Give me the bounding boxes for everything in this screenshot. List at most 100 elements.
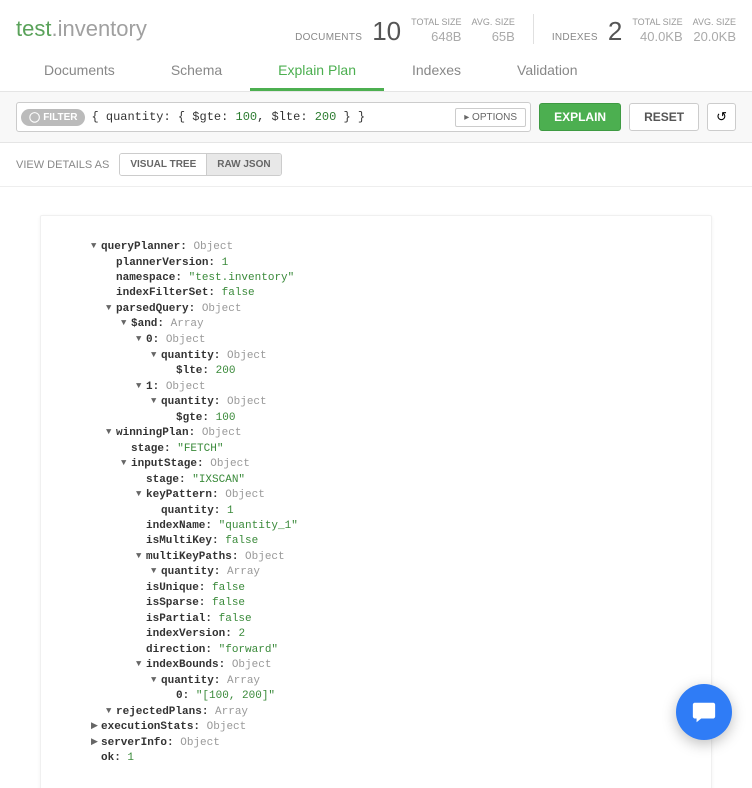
- json-line[interactable]: ▼multiKeyPaths: Object: [61, 550, 691, 566]
- explain-button[interactable]: EXPLAIN: [539, 103, 621, 131]
- json-key: keyPattern:: [146, 489, 219, 501]
- caret-down-icon[interactable]: ▼: [151, 565, 161, 578]
- json-key: indexName:: [146, 520, 212, 532]
- json-key: direction:: [146, 644, 212, 656]
- caret-down-icon[interactable]: ▼: [136, 488, 146, 501]
- caret-down-icon[interactable]: ▼: [136, 333, 146, 346]
- caret-down-icon[interactable]: ▼: [136, 380, 146, 393]
- filter-bar: ◯ FILTER { quantity: { $gte: 100, $lte: …: [0, 92, 752, 143]
- json-value: "IXSCAN": [192, 474, 245, 486]
- json-line[interactable]: ▼winningPlan: Object: [61, 426, 691, 442]
- json-value: Array: [227, 675, 260, 687]
- json-line[interactable]: ▼quantity: Object: [61, 349, 691, 365]
- history-button[interactable]: ↺: [707, 103, 736, 131]
- tab-indexes[interactable]: Indexes: [384, 52, 489, 91]
- tab-documents[interactable]: Documents: [16, 52, 143, 91]
- avg-size-value: 65B: [471, 29, 514, 44]
- documents-count: 10: [372, 18, 401, 44]
- caret-down-icon[interactable]: ▼: [106, 426, 116, 439]
- visual-tree-toggle[interactable]: VISUAL TREE: [120, 154, 207, 175]
- json-key: stage:: [131, 443, 171, 455]
- json-line[interactable]: ▼1: Object: [61, 380, 691, 396]
- json-value: Object: [232, 659, 272, 671]
- json-line[interactable]: ▼indexBounds: Object: [61, 658, 691, 674]
- reset-button[interactable]: RESET: [629, 103, 699, 131]
- json-value: Object: [225, 489, 265, 501]
- json-key: executionStats:: [101, 721, 200, 733]
- json-value: Array: [227, 567, 260, 579]
- json-value: 1: [222, 257, 229, 269]
- json-line[interactable]: ▼$and: Array: [61, 317, 691, 333]
- json-key: rejectedPlans:: [116, 706, 208, 718]
- json-value: false: [212, 597, 245, 609]
- json-line: quantity: 1: [61, 504, 691, 519]
- indexes-stats: INDEXES 2 TOTAL SIZE 40.0KB AVG. SIZE 20…: [552, 17, 736, 44]
- json-key: 1:: [146, 381, 159, 393]
- json-line: isMultiKey: false: [61, 534, 691, 549]
- json-value: false: [219, 613, 252, 625]
- json-key: queryPlanner:: [101, 241, 187, 253]
- json-line[interactable]: ▼quantity: Array: [61, 674, 691, 690]
- raw-json-toggle[interactable]: RAW JSON: [207, 154, 280, 175]
- chat-icon: [691, 699, 717, 725]
- json-key: indexFilterSet:: [116, 287, 215, 299]
- filter-input-wrap[interactable]: ◯ FILTER { quantity: { $gte: 100, $lte: …: [16, 102, 531, 132]
- caret-down-icon[interactable]: ▼: [121, 457, 131, 470]
- json-panel: ▼queryPlanner: ObjectplannerVersion: 1na…: [40, 215, 712, 788]
- json-value: 1: [227, 505, 234, 517]
- json-line: stage: "FETCH": [61, 442, 691, 457]
- json-value: Object: [166, 334, 206, 346]
- json-line[interactable]: ▼inputStage: Object: [61, 457, 691, 473]
- json-line[interactable]: ▼keyPattern: Object: [61, 488, 691, 504]
- caret-down-icon[interactable]: ▼: [136, 550, 146, 563]
- filter-pill[interactable]: ◯ FILTER: [21, 109, 85, 126]
- caret-down-icon[interactable]: ▼: [151, 674, 161, 687]
- caret-down-icon[interactable]: ▼: [121, 317, 131, 330]
- json-line[interactable]: ▼0: Object: [61, 333, 691, 349]
- idx-avg-size-label: AVG. SIZE: [693, 17, 736, 29]
- caret-down-icon[interactable]: ▼: [106, 302, 116, 315]
- options-button[interactable]: ▸ OPTIONS: [455, 108, 526, 127]
- intercom-button[interactable]: [676, 684, 732, 740]
- json-key: quantity:: [161, 396, 220, 408]
- json-line: 0: "[100, 200]": [61, 689, 691, 704]
- json-line: $lte: 200: [61, 364, 691, 379]
- json-line: indexVersion: 2: [61, 627, 691, 642]
- caret-down-icon[interactable]: ▼: [151, 395, 161, 408]
- json-key: indexBounds:: [146, 659, 225, 671]
- json-line[interactable]: ▼queryPlanner: Object: [61, 240, 691, 256]
- json-key: isUnique:: [146, 582, 205, 594]
- caret-right-icon[interactable]: ▶: [91, 736, 101, 749]
- json-key: $lte:: [176, 365, 209, 377]
- caret-down-icon[interactable]: ▼: [136, 658, 146, 671]
- tabs: Documents Schema Explain Plan Indexes Va…: [0, 52, 752, 92]
- json-value: Object: [193, 241, 233, 253]
- filter-query[interactable]: { quantity: { $gte: 100, $lte: 200 } }: [85, 110, 455, 124]
- json-value: Object: [245, 551, 285, 563]
- documents-stats: DOCUMENTS 10 TOTAL SIZE 648B AVG. SIZE 6…: [295, 17, 515, 44]
- json-line[interactable]: ▼quantity: Array: [61, 565, 691, 581]
- json-key: quantity:: [161, 675, 220, 687]
- json-line[interactable]: ▶serverInfo: Object: [61, 736, 691, 752]
- json-line: direction: "forward": [61, 643, 691, 658]
- json-line[interactable]: ▼rejectedPlans: Array: [61, 705, 691, 721]
- json-line[interactable]: ▶executionStats: Object: [61, 720, 691, 736]
- json-line[interactable]: ▼parsedQuery: Object: [61, 302, 691, 318]
- json-key: multiKeyPaths:: [146, 551, 238, 563]
- json-key: ok:: [101, 752, 121, 764]
- json-key: quantity:: [161, 350, 220, 362]
- caret-right-icon[interactable]: ▶: [91, 720, 101, 733]
- json-value: 2: [238, 628, 245, 640]
- idx-total-size-label: TOTAL SIZE: [632, 17, 682, 29]
- tab-validation[interactable]: Validation: [489, 52, 605, 91]
- json-line[interactable]: ▼quantity: Object: [61, 395, 691, 411]
- caret-down-icon[interactable]: ▼: [151, 349, 161, 362]
- json-key: isMultiKey:: [146, 535, 219, 547]
- idx-avg-size-value: 20.0KB: [693, 29, 736, 44]
- json-key: isPartial:: [146, 613, 212, 625]
- caret-down-icon[interactable]: ▼: [91, 240, 101, 253]
- tab-explain-plan[interactable]: Explain Plan: [250, 52, 384, 91]
- tab-schema[interactable]: Schema: [143, 52, 250, 91]
- view-details-label: VIEW DETAILS AS: [16, 159, 109, 171]
- caret-down-icon[interactable]: ▼: [106, 705, 116, 718]
